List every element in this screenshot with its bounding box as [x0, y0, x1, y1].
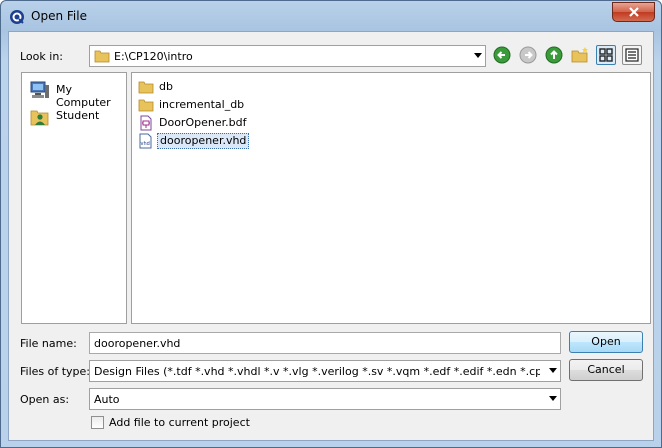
user-folder-icon: [30, 107, 50, 126]
back-button[interactable]: [493, 46, 511, 64]
computer-icon: [30, 81, 50, 99]
sidebar-item-my-computer[interactable]: My Computer: [26, 79, 126, 109]
open-as-label: Open as:: [20, 393, 70, 406]
chevron-down-icon: [549, 368, 557, 373]
chevron-down-icon: [474, 53, 482, 58]
chevron-down-icon: [549, 396, 557, 401]
file-name-text: dooropener.vhd: [157, 133, 250, 149]
detail-view-button[interactable]: [596, 45, 616, 65]
sidebar-item-label: Student: [56, 109, 100, 122]
open-as-value: Auto: [94, 393, 120, 406]
new-folder-button[interactable]: [571, 46, 589, 64]
open-file-dialog: Open File Look in: E:\CP120\intro My Com…: [0, 0, 662, 448]
back-icon: [493, 46, 511, 64]
look-in-path: E:\CP120\intro: [114, 50, 193, 63]
files-of-type-value: Design Files (*.tdf *.vhd *.vhdl *.v *.v…: [94, 365, 540, 378]
file-name-text: db: [159, 80, 173, 93]
detail-view-icon: [599, 48, 613, 62]
files-of-type-label: Files of type:: [20, 365, 91, 378]
file-name-text: incremental_db: [159, 98, 245, 111]
svg-text:vhd: vhd: [141, 141, 150, 147]
up-folder-button[interactable]: [545, 46, 563, 64]
cancel-button[interactable]: Cancel: [569, 359, 643, 381]
add-to-project-checkbox[interactable]: [91, 416, 104, 429]
folder-icon: [138, 79, 154, 95]
folder-icon: [138, 97, 154, 113]
vhd-file-icon: vhd: [138, 133, 154, 149]
add-to-project-label[interactable]: Add file to current project: [109, 416, 250, 429]
file-name-text: DoorOpener.bdf: [159, 116, 247, 129]
look-in-label: Look in:: [20, 50, 63, 63]
sidebar-item-student[interactable]: Student: [26, 105, 126, 127]
close-icon: [628, 7, 639, 17]
places-sidebar: My Computer Student: [21, 72, 127, 324]
file-name-input[interactable]: dooropener.vhd: [89, 332, 561, 354]
quartus-app-icon: [9, 9, 25, 25]
forward-button[interactable]: [519, 46, 537, 64]
file-name-label: File name:: [20, 337, 77, 350]
open-as-select[interactable]: Auto: [89, 388, 561, 410]
dialog-client: Look in: E:\CP120\intro My Computer Stud…: [8, 31, 654, 441]
open-button[interactable]: Open: [569, 331, 643, 353]
up-folder-icon: [545, 46, 563, 64]
list-view-icon: [625, 48, 639, 62]
folder-icon: [94, 49, 110, 63]
title-bar[interactable]: Open File: [1, 1, 661, 31]
close-button[interactable]: [612, 2, 655, 22]
new-folder-icon: [571, 47, 588, 63]
file-name-value: dooropener.vhd: [94, 337, 181, 350]
window-title: Open File: [31, 9, 87, 23]
look-in-combo[interactable]: E:\CP120\intro: [89, 45, 486, 67]
file-list: db incremental_db DoorOpener.bdf vhd doo…: [131, 72, 651, 324]
bdf-file-icon: [138, 115, 154, 131]
forward-icon: [519, 46, 537, 64]
files-of-type-select[interactable]: Design Files (*.tdf *.vhd *.vhdl *.v *.v…: [89, 360, 561, 382]
list-view-button[interactable]: [622, 45, 642, 65]
